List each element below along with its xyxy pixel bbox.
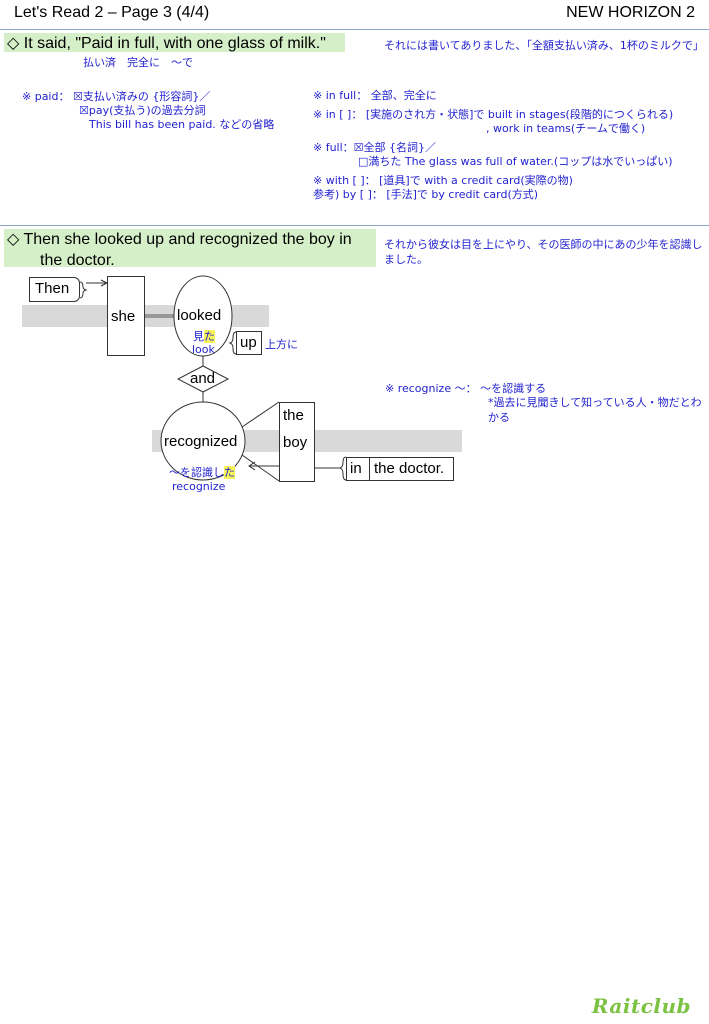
raitclub-logo: Raitclub: [591, 994, 691, 1018]
determiner-the: the: [283, 407, 304, 424]
recognized-gloss-past: た: [224, 466, 235, 479]
object-the-doctor: the doctor.: [374, 460, 445, 477]
object-boy: boy: [283, 434, 308, 451]
subject-box: she: [107, 276, 145, 356]
object-box: the boy: [279, 402, 315, 482]
then-word: Then: [35, 280, 70, 297]
prepositional-phrase-box: in the doctor.: [346, 457, 454, 481]
recognized-gloss: ～を認識した: [169, 465, 235, 480]
verb-looked: looked: [177, 307, 222, 324]
verb-recognized: recognized: [164, 433, 238, 450]
phrase-divider: [369, 458, 370, 480]
recognized-gloss-stem: ～を認識し: [169, 466, 224, 479]
recognized-base-form: recognize: [172, 480, 226, 493]
subject-she: she: [111, 308, 136, 325]
up-box: up: [236, 331, 262, 355]
then-brace: [79, 281, 88, 299]
looked-base-form: look: [192, 343, 215, 356]
then-box: Then: [29, 277, 80, 302]
sentence-diagram: Then she looked 見た look up 上方に and recog…: [0, 0, 709, 520]
conjunction-and: and: [190, 370, 216, 387]
up-gloss: 上方に: [265, 338, 298, 351]
object-link-top: [241, 401, 280, 428]
preposition-in: in: [350, 460, 362, 477]
diagram-lines: [79, 275, 347, 482]
object-link-bottom: [241, 454, 280, 482]
adverb-up: up: [240, 334, 257, 351]
